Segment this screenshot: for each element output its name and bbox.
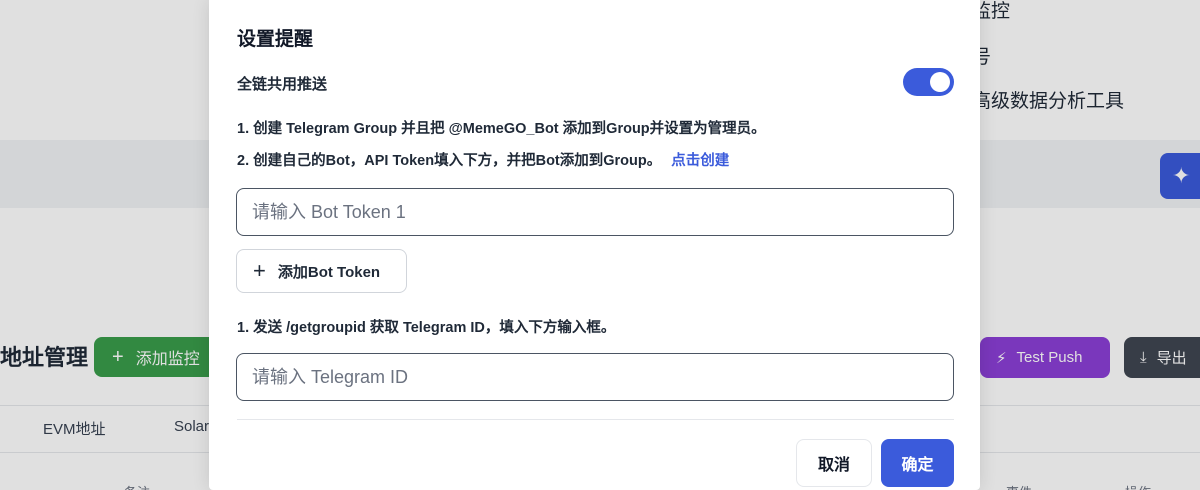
instruction-step-1: 1. 创建 Telegram Group 并且把 @MemeGO_Bot 添加到… (237, 121, 766, 137)
instruction-step-2: 2. 创建自己的Bot，API Token填入下方，并把Bot添加到Group。… (237, 149, 729, 170)
modal-title: 设置提醒 (237, 29, 314, 50)
add-bot-token-label: 添加Bot Token (277, 263, 381, 281)
confirm-button[interactable]: 确定 (881, 439, 954, 487)
share-push-toggle[interactable] (903, 68, 954, 96)
footer-divider (237, 419, 954, 420)
instruction-step-3: 1. 发送 /getgroupid 获取 Telegram ID，填入下方输入框… (237, 320, 616, 336)
plus-icon: + (253, 258, 266, 283)
add-bot-token-button[interactable]: + 添加Bot Token (236, 249, 407, 293)
share-push-label: 全链共用推送 (237, 76, 328, 93)
create-bot-link[interactable]: 点击创建 (671, 153, 729, 169)
telegram-id-input[interactable] (236, 353, 954, 401)
bot-token-input[interactable] (236, 188, 954, 236)
reminder-settings-modal: 设置提醒 全链共用推送 1. 创建 Telegram Group 并且把 @Me… (209, 0, 980, 490)
instruction-step-2-text: 2. 创建自己的Bot，API Token填入下方，并把Bot添加到Group。 (237, 153, 662, 169)
cancel-button[interactable]: 取消 (796, 439, 872, 487)
toggle-knob (930, 72, 950, 92)
